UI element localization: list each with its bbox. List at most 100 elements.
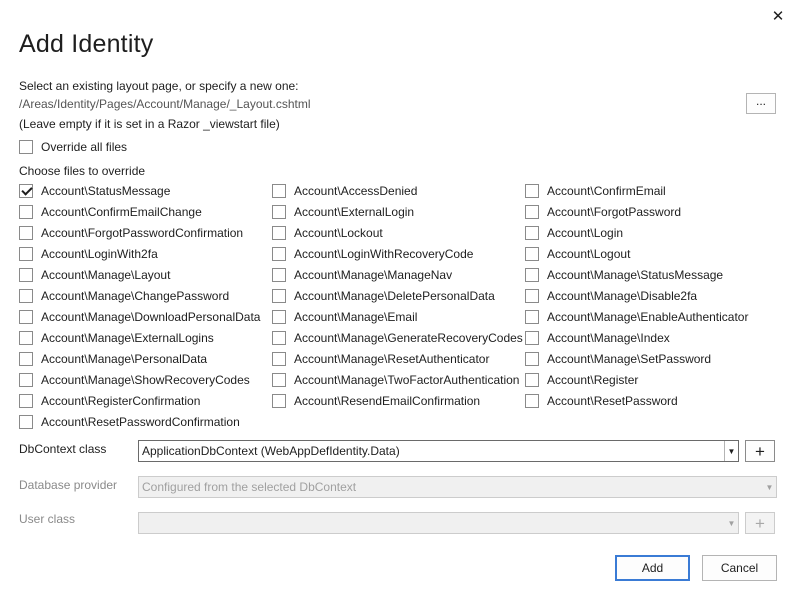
checkbox-unchecked[interactable] — [19, 415, 33, 429]
file-checkbox[interactable]: Account\ForgotPasswordConfirmation — [19, 225, 243, 241]
file-checkbox[interactable]: Account\Manage\Disable2fa — [525, 288, 697, 304]
checkbox-unchecked[interactable] — [19, 226, 33, 240]
file-checkbox[interactable]: Account\Login — [525, 225, 623, 241]
file-checkbox-label: Account\Manage\PersonalData — [41, 352, 208, 366]
checkbox-unchecked[interactable] — [525, 331, 539, 345]
file-checkbox[interactable]: Account\Manage\DeletePersonalData — [272, 288, 495, 304]
checkbox-unchecked[interactable] — [525, 226, 539, 240]
checkbox-unchecked[interactable] — [272, 247, 286, 261]
file-checkbox[interactable]: Account\Manage\SetPassword — [525, 351, 711, 367]
file-checkbox[interactable]: Account\Manage\Index — [525, 330, 670, 346]
checkbox-unchecked[interactable] — [272, 310, 286, 324]
file-checkbox-label: Account\Manage\ExternalLogins — [41, 331, 214, 345]
checkbox-unchecked[interactable] — [525, 394, 539, 408]
override-all-checkbox[interactable]: Override all files — [19, 139, 127, 155]
checkbox-unchecked[interactable] — [19, 352, 33, 366]
checkbox-unchecked[interactable] — [19, 289, 33, 303]
browse-layout-button[interactable]: ... — [746, 93, 776, 114]
file-checkbox[interactable]: Account\Manage\ManageNav — [272, 267, 452, 283]
user-class-select: ▼ — [138, 512, 739, 534]
file-checkbox[interactable]: Account\Manage\PersonalData — [19, 351, 207, 367]
file-checkbox[interactable]: Account\LoginWith2fa — [19, 246, 158, 262]
file-checkbox[interactable]: Account\Manage\GenerateRecoveryCodes — [272, 330, 523, 346]
file-checkbox[interactable]: Account\Register — [525, 372, 638, 388]
checkbox-unchecked[interactable] — [525, 184, 539, 198]
checkbox-unchecked[interactable] — [525, 352, 539, 366]
file-checkbox[interactable]: Account\StatusMessage — [19, 183, 170, 199]
dbcontext-select[interactable]: ApplicationDbContext (WebAppDefIdentity.… — [138, 440, 739, 462]
file-checkbox-label: Account\LoginWithRecoveryCode — [294, 247, 474, 261]
checkbox-unchecked[interactable] — [19, 247, 33, 261]
checkbox-unchecked[interactable] — [272, 184, 286, 198]
checkbox-unchecked[interactable] — [19, 205, 33, 219]
checkbox-unchecked[interactable] — [19, 310, 33, 324]
layout-path-input[interactable]: /Areas/Identity/Pages/Account/Manage/_La… — [19, 97, 311, 111]
checkbox-unchecked[interactable] — [272, 205, 286, 219]
checkbox-unchecked[interactable] — [272, 289, 286, 303]
file-checkbox[interactable]: Account\LoginWithRecoveryCode — [272, 246, 473, 262]
file-checkbox[interactable]: Account\Manage\StatusMessage — [525, 267, 723, 283]
file-checkbox-label: Account\Manage\SetPassword — [547, 352, 712, 366]
file-checkbox[interactable]: Account\ResendEmailConfirmation — [272, 393, 480, 409]
file-checkbox-label: Account\Manage\DownloadPersonalData — [41, 310, 261, 324]
checkbox-unchecked[interactable] — [19, 268, 33, 282]
file-checkbox-label: Account\ForgotPassword — [547, 205, 682, 219]
checkbox-unchecked[interactable] — [525, 247, 539, 261]
checkbox-unchecked[interactable] — [272, 373, 286, 387]
file-checkbox[interactable]: Account\ForgotPassword — [525, 204, 681, 220]
checkbox-unchecked[interactable] — [525, 310, 539, 324]
file-checkbox[interactable]: Account\AccessDenied — [272, 183, 417, 199]
file-checkbox-label: Account\Login — [547, 226, 624, 240]
dbcontext-label: DbContext class — [19, 442, 107, 456]
checkbox-unchecked[interactable] — [525, 289, 539, 303]
checkbox-unchecked[interactable] — [272, 331, 286, 345]
file-checkbox[interactable]: Account\ResetPasswordConfirmation — [19, 414, 240, 430]
checkbox-unchecked[interactable] — [272, 394, 286, 408]
file-checkbox[interactable]: Account\Manage\TwoFactorAuthentication — [272, 372, 519, 388]
checkbox-checked[interactable] — [19, 184, 33, 198]
add-button[interactable]: Add — [615, 555, 690, 581]
file-checkbox-label: Account\RegisterConfirmation — [41, 394, 201, 408]
checkbox-unchecked[interactable] — [272, 352, 286, 366]
file-checkbox[interactable]: Account\RegisterConfirmation — [19, 393, 200, 409]
checkbox-unchecked[interactable] — [525, 268, 539, 282]
file-checkbox[interactable]: Account\Logout — [525, 246, 630, 262]
close-icon[interactable]: ✕ — [768, 6, 788, 26]
file-checkbox-label: Account\Manage\Disable2fa — [547, 289, 698, 303]
file-checkbox[interactable]: Account\Manage\ShowRecoveryCodes — [19, 372, 250, 388]
checkbox-unchecked[interactable] — [525, 373, 539, 387]
file-checkbox-label: Account\Manage\EnableAuthenticator — [547, 310, 749, 324]
checkbox-unchecked[interactable] — [272, 268, 286, 282]
file-checkbox[interactable]: Account\Manage\Email — [272, 309, 417, 325]
file-checkbox[interactable]: Account\Manage\Layout — [19, 267, 170, 283]
provider-label: Database provider — [19, 478, 118, 492]
file-checkbox[interactable]: Account\Lockout — [272, 225, 383, 241]
checkbox-unchecked[interactable] — [19, 373, 33, 387]
file-checkbox-label: Account\Manage\DeletePersonalData — [294, 289, 495, 303]
file-checkbox[interactable]: Account\ResetPassword — [525, 393, 678, 409]
checkbox-unchecked[interactable] — [19, 331, 33, 345]
file-checkbox-label: Account\Manage\ResetAuthenticator — [294, 352, 490, 366]
checkbox-unchecked[interactable] — [19, 394, 33, 408]
checkbox-unchecked[interactable] — [272, 226, 286, 240]
chevron-down-icon[interactable]: ▼ — [724, 441, 738, 461]
chevron-down-icon: ▼ — [727, 518, 736, 528]
file-checkbox[interactable]: Account\ExternalLogin — [272, 204, 414, 220]
override-all-box[interactable] — [19, 140, 33, 154]
file-checkbox-label: Account\Manage\TwoFactorAuthentication — [294, 373, 520, 387]
add-dbcontext-button[interactable]: + — [745, 440, 775, 462]
add-user-class-button: + — [745, 512, 775, 534]
choose-files-label: Choose files to override — [19, 164, 146, 178]
file-checkbox[interactable]: Account\Manage\DownloadPersonalData — [19, 309, 260, 325]
file-checkbox[interactable]: Account\Manage\ExternalLogins — [19, 330, 214, 346]
file-checkbox[interactable]: Account\Manage\EnableAuthenticator — [525, 309, 748, 325]
file-checkbox-label: Account\ConfirmEmailChange — [41, 205, 202, 219]
checkbox-unchecked[interactable] — [525, 205, 539, 219]
file-checkbox[interactable]: Account\ConfirmEmail — [525, 183, 666, 199]
file-checkbox[interactable]: Account\ConfirmEmailChange — [19, 204, 202, 220]
provider-select: Configured from the selected DbContext ▼ — [138, 476, 777, 498]
layout-prompt: Select an existing layout page, or speci… — [19, 79, 299, 93]
cancel-button[interactable]: Cancel — [702, 555, 777, 581]
file-checkbox[interactable]: Account\Manage\ResetAuthenticator — [272, 351, 489, 367]
file-checkbox[interactable]: Account\Manage\ChangePassword — [19, 288, 229, 304]
